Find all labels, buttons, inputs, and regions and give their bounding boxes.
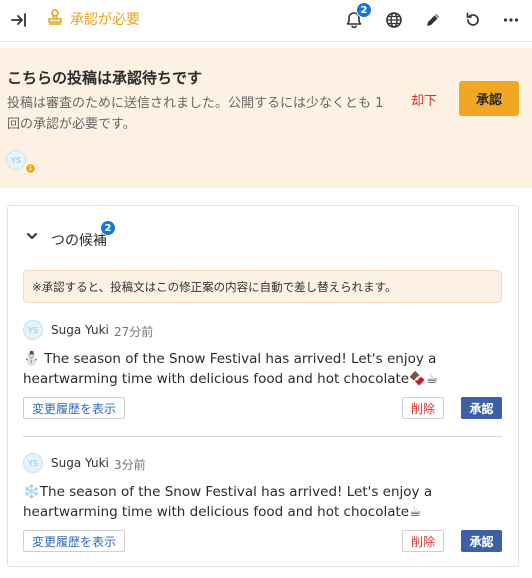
reject-button[interactable]: 却下: [404, 88, 444, 110]
replace-notice: ※承認すると、投稿文はこの修正案の内容に自動で差し替えられます。: [23, 270, 502, 303]
author-name[interactable]: Suga Yuki: [51, 323, 109, 337]
more-icon[interactable]: [498, 7, 524, 33]
timestamp: 27分前: [114, 325, 154, 339]
top-toolbar: 承認が必要 2: [0, 0, 532, 42]
approval-status: 承認が必要: [46, 8, 140, 30]
collapse-panel-icon[interactable]: [6, 7, 32, 33]
author-name[interactable]: Suga Yuki: [51, 456, 109, 470]
status-label: 承認が必要: [70, 12, 140, 28]
view-history-button[interactable]: 変更履歴を表示: [23, 397, 126, 419]
candidates-title: つの候補: [51, 233, 107, 249]
approve-candidate-button[interactable]: 承認: [461, 530, 502, 552]
approver-avatar[interactable]: YS: [6, 150, 26, 170]
history-icon[interactable]: [460, 7, 486, 33]
delete-button[interactable]: 削除: [402, 530, 444, 552]
banner-description: 投稿は審査のために送信されました。公開するには少なくとも 1 回の承認が必要です…: [7, 96, 384, 132]
view-history-button[interactable]: 変更履歴を表示: [23, 530, 126, 552]
approve-button[interactable]: 承認: [459, 81, 519, 116]
avatar[interactable]: YS: [23, 320, 43, 340]
delete-button[interactable]: 削除: [402, 397, 444, 419]
globe-icon[interactable]: [381, 7, 407, 33]
approve-candidate-button[interactable]: 承認: [461, 397, 502, 419]
pencil-icon[interactable]: [420, 7, 446, 33]
candidate-text: ❄️The season of the Snow Festival has ar…: [23, 484, 433, 520]
stamp-icon: [46, 8, 64, 30]
divider: [23, 436, 502, 437]
approval-count-badge: 1: [25, 163, 36, 174]
candidates-count-badge: 2: [100, 220, 116, 236]
chevron-down-icon[interactable]: [25, 228, 39, 242]
candidate-text: ⛄ The season of the Snow Festival has ar…: [23, 351, 439, 387]
notification-badge: 2: [356, 2, 372, 18]
banner-title: こちらの投稿は承認待ちです: [7, 69, 203, 87]
timestamp: 3分前: [114, 458, 146, 472]
avatar[interactable]: YS: [23, 453, 43, 473]
